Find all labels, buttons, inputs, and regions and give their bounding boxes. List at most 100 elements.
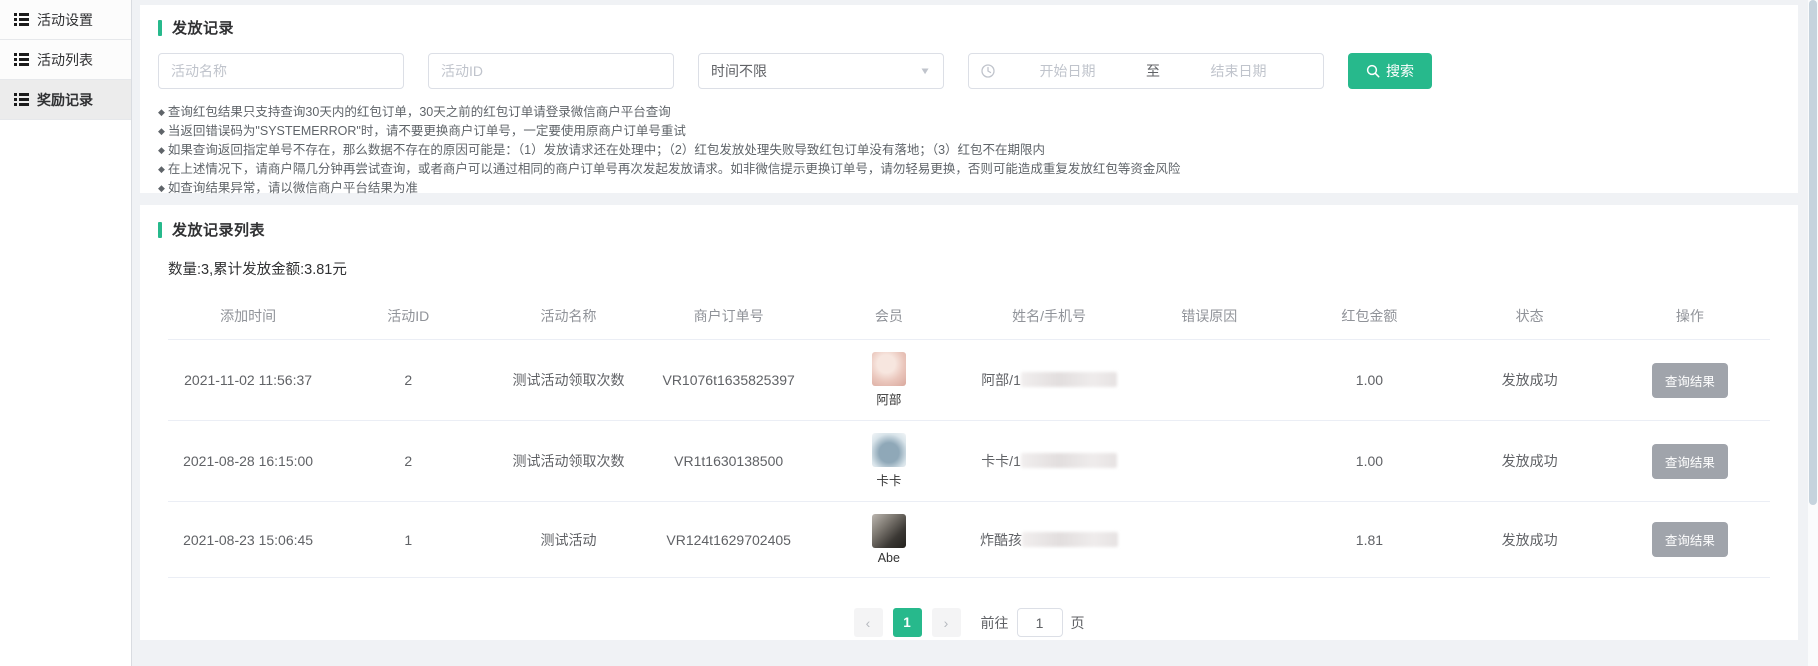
page-number-current[interactable]: 1 <box>893 608 922 637</box>
query-result-button[interactable]: 查询结果 <box>1652 363 1728 398</box>
cell-amount: 1.00 <box>1289 340 1449 421</box>
member-name: 卡卡 <box>876 470 901 489</box>
cell-status: 发放成功 <box>1450 340 1610 421</box>
note-line: ◆查询红包结果只支持查询30天内的红包订单，30天之前的红包订单请登录微信商户平… <box>158 103 1780 122</box>
notes-list: ◆查询红包结果只支持查询30天内的红包订单，30天之前的红包订单请登录微信商户平… <box>158 103 1780 198</box>
diamond-bullet-icon: ◆ <box>158 107 165 117</box>
member-avatar <box>872 514 906 548</box>
panel-title-text: 发放记录 <box>172 17 234 38</box>
diamond-bullet-icon: ◆ <box>158 164 165 174</box>
activity-id-input[interactable] <box>428 53 674 89</box>
date-range-picker[interactable]: 开始日期 至 结束日期 <box>968 53 1324 89</box>
time-range-value: 时间不限 <box>711 61 767 81</box>
pagination: ‹ 1 › 前往 页 <box>158 608 1780 637</box>
records-summary: 数量:3,累计发放金额:3.81元 <box>168 258 1780 279</box>
cell-merchant-order-no: VR1t1630138500 <box>649 421 809 502</box>
title-accent-bar <box>158 222 162 238</box>
cell-error-reason <box>1129 421 1289 502</box>
cell-name-phone: 炸酷孩 <box>969 502 1129 578</box>
page-unit-label: 页 <box>1071 613 1085 633</box>
sidebar-item-reward-records[interactable]: 奖励记录 <box>0 80 131 120</box>
distribution-records-panel: 发放记录 时间不限 ▼ 开始日期 至 结束日期 <box>140 5 1798 193</box>
date-separator: 至 <box>1140 61 1166 81</box>
note-text: 在上述情况下，请商户隔几分钟再尝试查询，或者商户可以通过相同的商户订单号再次发起… <box>168 162 1181 176</box>
cell-activity-id: 2 <box>328 340 488 421</box>
col-amount: 红包金额 <box>1289 293 1449 340</box>
cell-error-reason <box>1129 340 1289 421</box>
next-page-button[interactable]: › <box>932 608 961 637</box>
cell-activity-name: 测试活动领取次数 <box>488 340 648 421</box>
goto-label: 前往 <box>981 613 1009 633</box>
query-result-button[interactable]: 查询结果 <box>1652 444 1728 479</box>
filter-bar: 时间不限 ▼ 开始日期 至 结束日期 搜索 <box>158 53 1780 89</box>
panel-title: 发放记录 <box>158 17 1780 38</box>
records-table: 添加时间 活动ID 活动名称 商户订单号 会员 姓名/手机号 错误原因 红包金额… <box>168 293 1770 578</box>
time-range-select[interactable]: 时间不限 ▼ <box>698 53 944 89</box>
cell-action: 查询结果 <box>1610 340 1770 421</box>
col-added-time: 添加时间 <box>168 293 328 340</box>
cell-activity-id: 1 <box>328 502 488 578</box>
cell-merchant-order-no: VR1076t1635825397 <box>649 340 809 421</box>
sidebar-item-activity-settings[interactable]: 活动设置 <box>0 0 131 40</box>
chevron-down-icon: ▼ <box>919 65 931 76</box>
col-activity-name: 活动名称 <box>488 293 648 340</box>
vertical-scrollbar[interactable] <box>1808 0 1818 666</box>
member-name: Abe <box>878 551 900 565</box>
search-button-label: 搜索 <box>1386 61 1414 81</box>
member-avatar <box>872 352 906 386</box>
note-text: 如查询结果异常，请以微信商户平台结果为准 <box>168 181 418 195</box>
table-header-row: 添加时间 活动ID 活动名称 商户订单号 会员 姓名/手机号 错误原因 红包金额… <box>168 293 1770 340</box>
col-status: 状态 <box>1450 293 1610 340</box>
cell-added-time: 2021-08-23 15:06:45 <box>168 502 328 578</box>
cell-added-time: 2021-08-28 16:15:00 <box>168 421 328 502</box>
list-panel-title: 发放记录列表 <box>158 219 1780 240</box>
name-phone-text: 阿部/1 <box>981 372 1021 388</box>
cell-amount: 1.00 <box>1289 421 1449 502</box>
goto-page-control: 前往 页 <box>981 608 1085 637</box>
prev-page-button[interactable]: ‹ <box>854 608 883 637</box>
end-date-placeholder[interactable]: 结束日期 <box>1166 61 1311 81</box>
cell-status: 发放成功 <box>1450 502 1610 578</box>
diamond-bullet-icon: ◆ <box>158 145 165 155</box>
activity-name-input[interactable] <box>158 53 404 89</box>
search-icon <box>1366 64 1380 78</box>
note-line: ◆在上述情况下，请商户隔几分钟再尝试查询，或者商户可以通过相同的商户订单号再次发… <box>158 160 1780 179</box>
list-icon <box>14 13 29 26</box>
col-activity-id: 活动ID <box>328 293 488 340</box>
col-name-phone: 姓名/手机号 <box>969 293 1129 340</box>
cell-status: 发放成功 <box>1450 421 1610 502</box>
name-phone-text: 卡卡/1 <box>981 453 1021 469</box>
sidebar-item-label: 奖励记录 <box>37 90 93 110</box>
diamond-bullet-icon: ◆ <box>158 183 165 193</box>
member-avatar <box>872 433 906 467</box>
query-result-button[interactable]: 查询结果 <box>1652 522 1728 557</box>
cell-activity-name: 测试活动领取次数 <box>488 421 648 502</box>
col-member: 会员 <box>809 293 969 340</box>
records-list-panel: 发放记录列表 数量:3,累计发放金额:3.81元 添加时间 活动ID 活动名称 … <box>140 205 1798 640</box>
clock-icon <box>981 64 995 78</box>
cell-action: 查询结果 <box>1610 502 1770 578</box>
cell-action: 查询结果 <box>1610 421 1770 502</box>
list-icon <box>14 53 29 66</box>
cell-activity-id: 2 <box>328 421 488 502</box>
search-button[interactable]: 搜索 <box>1348 53 1432 89</box>
sidebar-item-activity-list[interactable]: 活动列表 <box>0 40 131 80</box>
cell-member: Abe <box>809 502 969 578</box>
cell-name-phone: 卡卡/1 <box>969 421 1129 502</box>
sidebar-item-label: 活动设置 <box>37 10 93 30</box>
col-merchant-order-no: 商户订单号 <box>649 293 809 340</box>
list-panel-title-text: 发放记录列表 <box>172 219 265 240</box>
cell-activity-name: 测试活动 <box>488 502 648 578</box>
cell-member: 阿部 <box>809 340 969 421</box>
note-line: ◆当返回错误码为"SYSTEMERROR"时，请不要更换商户订单号，一定要使用原… <box>158 122 1780 141</box>
cell-name-phone: 阿部/1 <box>969 340 1129 421</box>
goto-page-input[interactable] <box>1017 608 1063 637</box>
scrollbar-thumb[interactable] <box>1809 0 1817 505</box>
note-line: ◆如果查询返回指定单号不存在，那么数据不存在的原因可能是：（1）发放请求还在处理… <box>158 141 1780 160</box>
title-accent-bar <box>158 20 162 36</box>
masked-phone-block <box>1022 532 1118 547</box>
start-date-placeholder[interactable]: 开始日期 <box>995 61 1140 81</box>
note-text: 当返回错误码为"SYSTEMERROR"时，请不要更换商户订单号，一定要使用原商… <box>168 124 686 138</box>
col-error-reason: 错误原因 <box>1129 293 1289 340</box>
sidebar-item-label: 活动列表 <box>37 50 93 70</box>
